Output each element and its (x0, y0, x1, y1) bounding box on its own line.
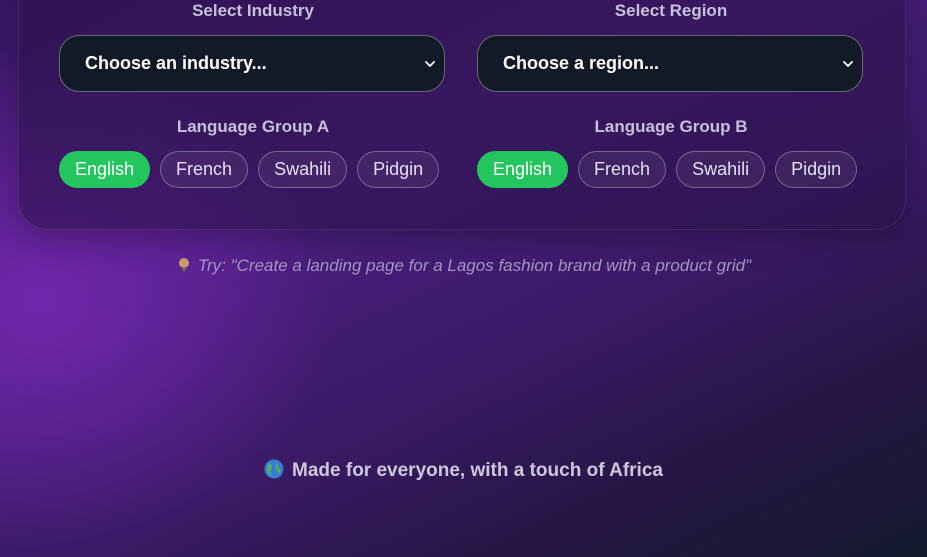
globe-icon (264, 459, 284, 479)
lang-b-chip-swahili[interactable]: Swahili (676, 151, 766, 188)
language-group-a-label: Language Group A (176, 117, 330, 136)
lang-a-chip-swahili[interactable]: Swahili (258, 151, 348, 188)
prompt-hint-text: Try: "Create a landing page for a Lagos … (197, 256, 752, 275)
region-select-value: Choose a region... (503, 53, 660, 73)
lang-a-chip-pidgin[interactable]: Pidgin (357, 151, 440, 188)
lang-b-chip-french[interactable]: French (578, 151, 667, 188)
language-group-a-chips: English French Swahili Pidgin (59, 151, 440, 188)
industry-label: Select Industry (192, 1, 314, 20)
lang-b-chip-pidgin[interactable]: Pidgin (775, 151, 858, 188)
lang-a-chip-english[interactable]: English (59, 151, 151, 188)
industry-column: Select Industry Choose an industry... La… (59, 0, 447, 200)
lang-a-chip-french[interactable]: French (160, 151, 249, 188)
industry-select[interactable]: Choose an industry... (59, 35, 445, 92)
industry-select-value: Choose an industry... (85, 53, 267, 73)
chevron-down-icon (425, 61, 435, 67)
region-label: Select Region (614, 1, 728, 20)
region-column: Select Region Choose a region... Languag… (477, 0, 865, 200)
language-group-b-label: Language Group B (594, 117, 748, 136)
prompt-hint: Try: "Create a landing page for a Lagos … (0, 256, 927, 276)
lightbulb-icon (178, 258, 189, 272)
footer: Made for everyone, with a touch of Afric… (0, 459, 927, 482)
chevron-down-icon (843, 61, 853, 67)
lang-b-chip-english[interactable]: English (477, 151, 569, 188)
footer-text: Made for everyone, with a touch of Afric… (292, 460, 663, 481)
region-select[interactable]: Choose a region... (477, 35, 863, 92)
language-group-b-chips: English French Swahili Pidgin (477, 151, 858, 188)
